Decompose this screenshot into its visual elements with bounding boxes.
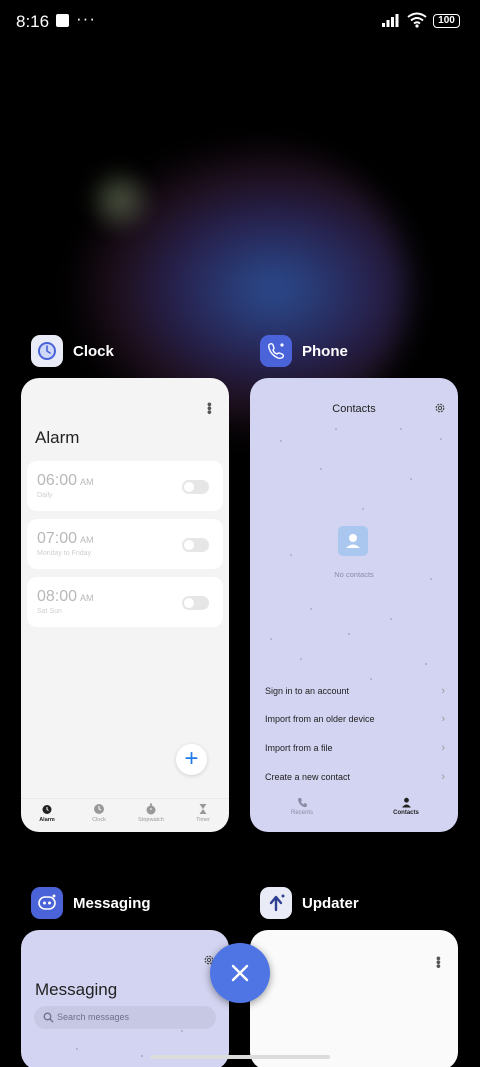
recent-card-phone[interactable]: Contacts No contacts Sign in to an accou… xyxy=(250,378,458,832)
add-alarm-icon: + xyxy=(176,744,207,775)
person-tab-icon xyxy=(401,797,411,808)
app-name-updater: Updater xyxy=(302,894,359,912)
tab-contacts: Contacts xyxy=(354,793,458,832)
app-name-clock: Clock xyxy=(73,342,114,360)
signal-icon xyxy=(382,14,399,27)
alarm-time: 08:00 AM xyxy=(37,588,94,605)
wifi-icon xyxy=(407,12,427,28)
tab-clock: Clock xyxy=(73,799,125,832)
messaging-app-icon xyxy=(31,887,63,919)
alarm-repeat: Sat Sun xyxy=(37,608,62,615)
option-create-contact: Create a new contact › xyxy=(265,771,445,783)
chevron-right-icon: › xyxy=(441,742,445,754)
alarm-toggle xyxy=(182,538,209,552)
search-icon xyxy=(43,1012,54,1023)
contacts-title: Contacts xyxy=(332,403,376,415)
chevron-right-icon: › xyxy=(441,685,445,697)
app-header-phone[interactable]: Phone xyxy=(260,334,348,368)
alarm-heading: Alarm xyxy=(35,428,80,447)
close-icon xyxy=(231,964,249,982)
app-name-messaging: Messaging xyxy=(73,894,151,912)
clear-all-button[interactable] xyxy=(210,943,270,1003)
app-header-clock[interactable]: Clock xyxy=(31,334,114,368)
tab-recents: Recents xyxy=(250,793,354,832)
alarm-toggle xyxy=(182,480,209,494)
tab-stopwatch: Stopwatch xyxy=(125,799,177,832)
no-contacts-text: No contacts xyxy=(334,570,374,579)
clock-tab-icon xyxy=(94,804,104,814)
status-time: 8:16 xyxy=(16,12,50,31)
stopwatch-tab-icon xyxy=(146,803,156,815)
contact-placeholder-icon xyxy=(338,526,368,556)
more-options-icon: ••• xyxy=(431,956,447,968)
search-messages-field: Search messages xyxy=(34,1006,216,1029)
messaging-heading: Messaging xyxy=(35,980,118,999)
option-sign-in: Sign in to an account › xyxy=(265,685,445,697)
chevron-right-icon: › xyxy=(441,713,445,725)
phone-tab-bar: Recents Contacts xyxy=(250,793,458,832)
option-import-file: Import from a file › xyxy=(265,742,445,754)
option-import-older-device: Import from an older device › xyxy=(265,713,445,725)
alarm-clock-icon xyxy=(31,335,63,367)
battery-icon: 100 xyxy=(433,14,460,28)
recent-card-clock[interactable]: ••• Alarm 06:00 AM Daily 07:00 AM Monday t… xyxy=(21,378,229,832)
alarm-time: 07:00 AM xyxy=(37,530,94,547)
recent-card-messaging[interactable]: Messaging Search messages xyxy=(21,930,229,1067)
alarm-item: 07:00 AM Monday to Friday xyxy=(27,519,223,569)
alarm-tab-icon xyxy=(42,805,52,814)
updater-app-icon xyxy=(260,887,292,919)
wallpaper-highlight xyxy=(85,165,155,235)
app-header-updater[interactable]: Updater xyxy=(260,886,359,920)
alarm-repeat: Daily xyxy=(37,492,53,499)
timer-tab-icon xyxy=(199,804,207,814)
notification-square-icon xyxy=(56,14,69,27)
more-options-icon: ••• xyxy=(202,402,218,414)
chevron-right-icon: › xyxy=(441,771,445,783)
alarm-toggle xyxy=(182,596,209,610)
tab-alarm: Alarm xyxy=(21,799,73,832)
recent-card-updater[interactable]: ••• xyxy=(250,930,458,1067)
tab-timer: Timer xyxy=(177,799,229,832)
more-notifications-icon: ··· xyxy=(76,9,96,28)
phone-tab-icon xyxy=(297,798,307,808)
status-bar: 8:16 ··· 100 xyxy=(0,0,480,42)
home-indicator[interactable] xyxy=(150,1055,330,1059)
app-name-phone: Phone xyxy=(302,342,348,360)
gear-icon xyxy=(435,403,445,413)
alarm-item: 08:00 AM Sat Sun xyxy=(27,577,223,627)
clock-tab-bar: Alarm Clock Stopwatch Timer xyxy=(21,798,229,832)
alarm-repeat: Monday to Friday xyxy=(37,550,92,557)
alarm-time: 06:00 AM xyxy=(37,472,94,489)
phone-app-icon xyxy=(260,335,292,367)
alarm-item: 06:00 AM Daily xyxy=(27,461,223,511)
app-header-messaging[interactable]: Messaging xyxy=(31,886,151,920)
